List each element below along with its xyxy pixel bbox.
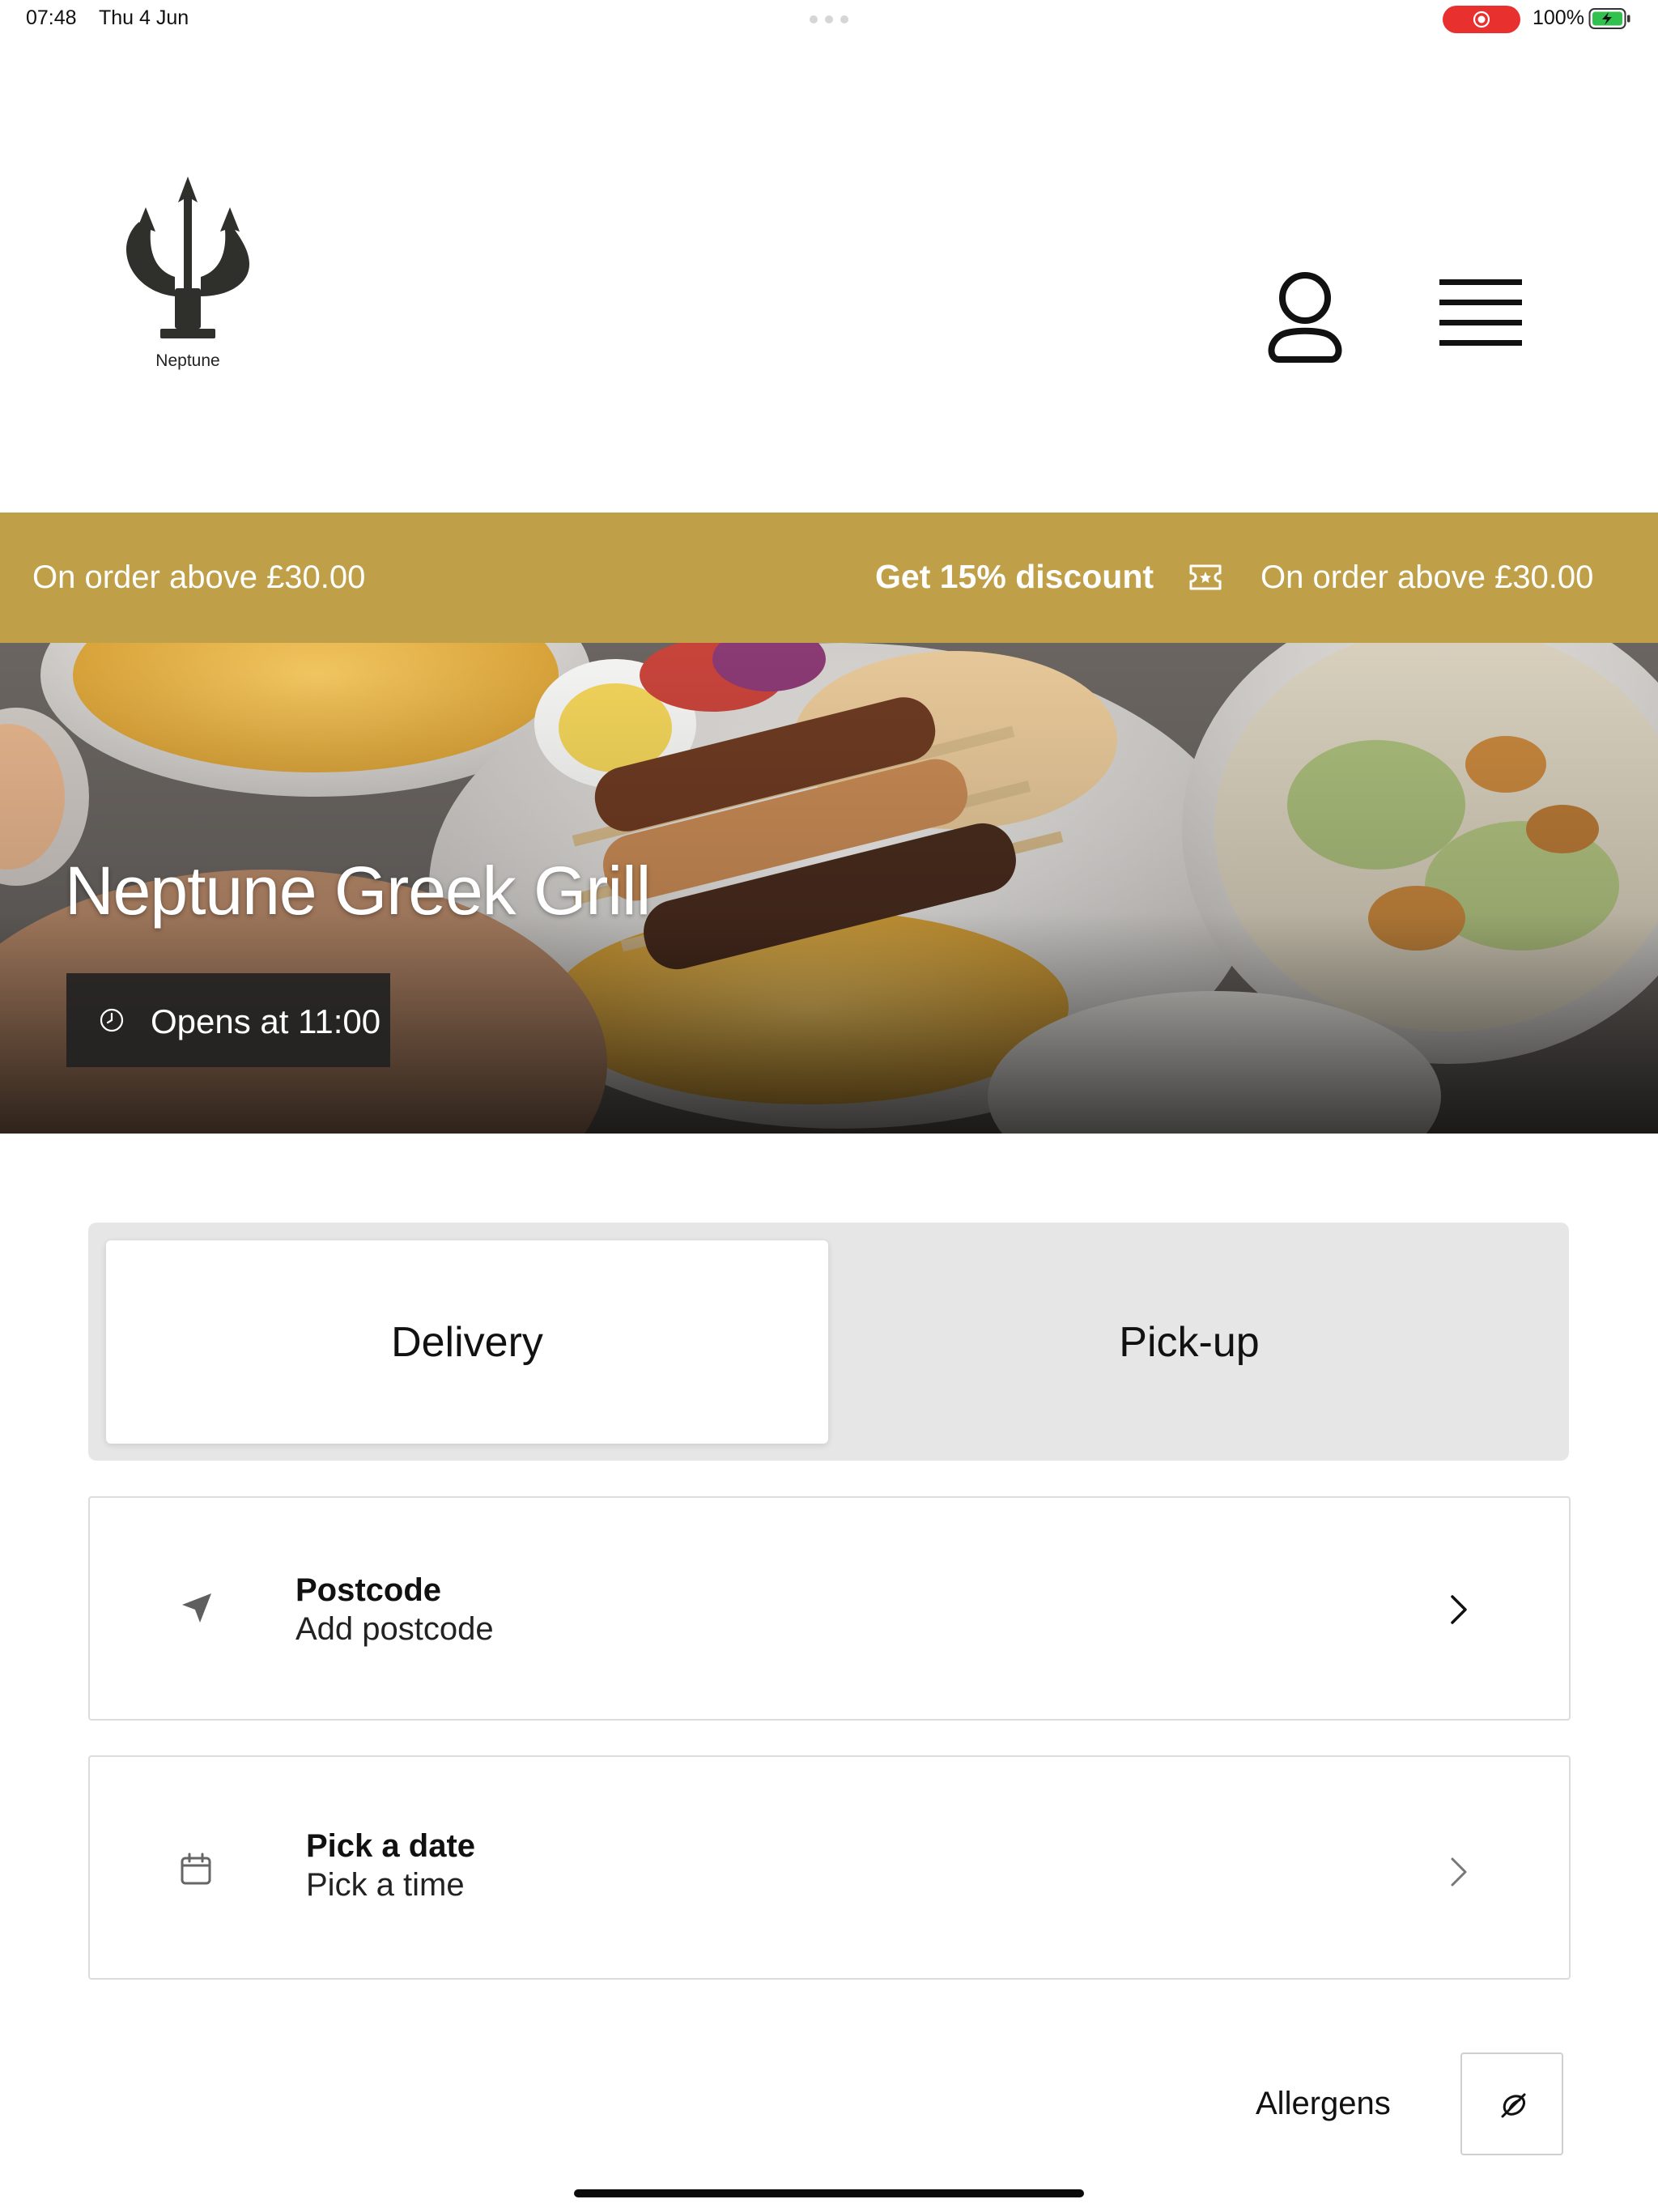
ticket-icon bbox=[1189, 564, 1222, 590]
postcode-title: Postcode bbox=[295, 1572, 442, 1608]
delivery-tab[interactable]: Delivery bbox=[106, 1240, 828, 1444]
postcode-value: Add postcode bbox=[295, 1611, 494, 1647]
location-arrow-icon bbox=[182, 1593, 211, 1623]
screen-recording-indicator[interactable] bbox=[1443, 6, 1520, 33]
site-header: Neptune bbox=[0, 39, 1658, 513]
allergens-button[interactable] bbox=[1460, 2052, 1563, 2155]
trident-icon bbox=[126, 177, 249, 338]
pickup-tab[interactable]: Pick-up bbox=[828, 1240, 1550, 1444]
logo-text: Neptune bbox=[155, 351, 220, 370]
allergens-label[interactable]: Allergens bbox=[1256, 2086, 1391, 2122]
hero-banner: Neptune Greek Grill Opens at 11:00 bbox=[0, 643, 1658, 1134]
date-title: Pick a date bbox=[306, 1828, 476, 1864]
chevron-right-icon bbox=[1451, 1857, 1467, 1887]
promo-headline: Get 15% discount bbox=[875, 558, 1154, 595]
battery-percent: 100% bbox=[1533, 6, 1584, 29]
allergen-icon bbox=[1501, 2093, 1526, 2118]
battery-icon bbox=[1588, 8, 1630, 29]
opening-hours-text: Opens at 11:00 bbox=[151, 1002, 381, 1040]
calendar-icon bbox=[181, 1853, 211, 1885]
postcode-selector[interactable]: Postcode Add postcode bbox=[88, 1496, 1571, 1721]
home-indicator[interactable] bbox=[574, 2189, 1084, 2197]
hamburger-menu-icon[interactable] bbox=[1439, 278, 1522, 347]
record-icon bbox=[1473, 11, 1490, 28]
order-type-toggle: Delivery Pick-up bbox=[88, 1223, 1569, 1461]
promo-condition-text: On order above £30.00 bbox=[32, 559, 366, 595]
status-date: Thu 4 Jun bbox=[99, 6, 189, 29]
status-bar: 07:48 Thu 4 Jun 100% bbox=[0, 0, 1658, 39]
promo-banner: On order above £30.00 Get 15% discount O… bbox=[0, 513, 1658, 643]
multitasking-dots[interactable] bbox=[810, 15, 848, 24]
chevron-right-icon bbox=[1451, 1595, 1467, 1624]
opening-hours-badge: Opens at 11:00 bbox=[66, 973, 390, 1067]
status-time: 07:48 bbox=[26, 6, 77, 29]
clock-icon bbox=[100, 1008, 124, 1032]
date-time-selector[interactable]: Pick a date Pick a time bbox=[88, 1755, 1571, 1980]
promo-condition-text-repeat: On order above £30.00 bbox=[1261, 559, 1594, 595]
time-value: Pick a time bbox=[306, 1867, 465, 1903]
user-icon[interactable] bbox=[1265, 266, 1346, 363]
brand-logo[interactable]: Neptune bbox=[121, 175, 254, 418]
restaurant-name: Neptune Greek Grill bbox=[65, 853, 651, 929]
